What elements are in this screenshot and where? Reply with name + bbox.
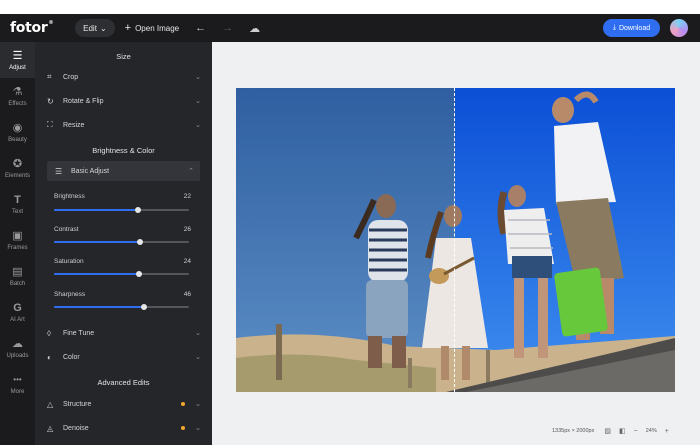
- slider-knob[interactable]: [134, 206, 141, 213]
- brightness-slider[interactable]: [54, 206, 189, 213]
- photo-illustration: [236, 88, 675, 392]
- zoom-bar: 1335px × 2000px ▨ ◧ − 24% +: [552, 424, 692, 438]
- chevron-up-icon: ⌃: [188, 168, 194, 175]
- plus-icon: +: [124, 22, 132, 34]
- sliders-icon: ☰: [55, 166, 63, 176]
- chevron-down-icon: ⌄: [195, 74, 201, 81]
- resize-icon: ⛶: [47, 120, 53, 129]
- rail-item-effects[interactable]: ⚗ Effects: [0, 78, 35, 114]
- rail-item-beauty[interactable]: ◉ Beauty: [0, 114, 35, 150]
- section-title-brightness-color: Brightness & Color: [92, 146, 155, 155]
- chevron-down-icon: ⌄: [195, 122, 201, 129]
- saturation-value: 24: [183, 258, 191, 265]
- rail-item-adjust[interactable]: ☰ Adjust: [0, 42, 35, 78]
- undo-icon[interactable]: ←: [195, 22, 206, 34]
- redo-icon[interactable]: →: [222, 22, 233, 34]
- zoom-out-button[interactable]: −: [634, 428, 638, 435]
- chevron-down-icon: ⌄: [195, 330, 201, 337]
- image-stack-icon: ▤: [12, 265, 23, 278]
- eye-icon: ◉: [12, 121, 23, 134]
- slider-fill: [54, 209, 138, 211]
- color-drop-icon: ◐: [47, 352, 52, 362]
- cloud-icon[interactable]: ☁: [249, 22, 260, 35]
- flask-icon: ⚗: [12, 85, 23, 98]
- slider-fill: [54, 241, 141, 243]
- slider-knob[interactable]: [141, 303, 148, 310]
- fine-tune-row[interactable]: ◊ Fine Tune ⌄: [47, 323, 207, 343]
- rail-item-more[interactable]: ••• More: [0, 366, 35, 402]
- rail-item-uploads[interactable]: ☁ Uploads: [0, 330, 35, 366]
- photo-preview[interactable]: [236, 88, 675, 392]
- slider-knob[interactable]: [137, 238, 144, 245]
- chevron-down-icon: ⌄: [195, 354, 201, 361]
- brightness-label: Brightness: [54, 193, 85, 200]
- compare-icon[interactable]: ◧: [619, 427, 626, 435]
- rotate-icon: ↻: [47, 96, 54, 106]
- open-image-button[interactable]: + Open Image: [125, 22, 179, 34]
- contrast-slider[interactable]: [54, 238, 189, 245]
- download-button[interactable]: ⤓ Download: [603, 19, 660, 37]
- resize-row[interactable]: ⛶ Resize ⌄: [47, 115, 207, 135]
- adjust-panel: Size ⌗ Crop ⌄ ↻ Rotate & Flip ⌄ ⛶ Resize…: [35, 42, 243, 445]
- sharpness-slider[interactable]: [54, 303, 189, 310]
- section-title-size: Size: [116, 52, 131, 61]
- cloud-upload-icon: ☁: [12, 337, 23, 350]
- contrast-label: Contrast: [54, 226, 79, 233]
- chevron-down-icon: ⌄: [99, 23, 107, 33]
- zoom-in-button[interactable]: +: [665, 428, 669, 435]
- crop-icon: ⌗: [47, 72, 52, 81]
- color-row[interactable]: ◐ Color ⌄: [47, 347, 207, 367]
- left-rail: ☰ Adjust ⚗ Effects ◉ Beauty ✪ Elements T…: [0, 42, 35, 445]
- slider-fill: [54, 306, 145, 308]
- top-bar: fotor® Edit ⌄ + Open Image ← → ☁ ⤓ Downl…: [0, 14, 700, 42]
- structure-row[interactable]: △ Structure ⌄: [47, 394, 207, 414]
- rail-item-batch[interactable]: ▤ Batch: [0, 258, 35, 294]
- rail-item-text[interactable]: T Text: [0, 186, 35, 222]
- drop-icon: ◊: [47, 328, 51, 338]
- download-icon: ⤓: [612, 24, 616, 31]
- text-icon: T: [14, 193, 21, 206]
- contrast-value: 26: [183, 226, 191, 233]
- brightness-value: 22: [183, 193, 191, 200]
- image-icon[interactable]: ▨: [604, 427, 611, 435]
- saturation-slider[interactable]: [54, 270, 189, 277]
- slider-knob[interactable]: [136, 270, 143, 277]
- fotor-logo[interactable]: fotor®: [10, 20, 53, 36]
- chevron-down-icon: ⌄: [195, 425, 201, 432]
- rotate-flip-row[interactable]: ↻ Rotate & Flip ⌄: [47, 91, 207, 111]
- edit-menu-button[interactable]: Edit ⌄: [75, 19, 115, 37]
- image-size-label: 1335px × 2000px: [552, 428, 595, 434]
- rail-item-ai-art[interactable]: G AI Art: [0, 294, 35, 330]
- avatar[interactable]: [670, 19, 688, 37]
- slider-fill: [54, 273, 140, 275]
- sharpness-label: Sharpness: [54, 291, 86, 298]
- zoom-level: 24%: [645, 428, 657, 434]
- chevron-down-icon: ⌄: [195, 401, 201, 408]
- crop-row[interactable]: ⌗ Crop ⌄: [47, 67, 207, 87]
- basic-adjust-row[interactable]: ☰ Basic Adjust ⌃: [47, 161, 200, 181]
- denoise-icon: ◬: [47, 423, 54, 433]
- sharpness-value: 46: [183, 291, 191, 298]
- frame-icon: ▣: [12, 229, 23, 242]
- saturation-label: Saturation: [54, 258, 84, 265]
- more-icon: •••: [13, 374, 22, 384]
- chevron-down-icon: ⌄: [195, 98, 201, 105]
- ai-art-icon: G: [13, 301, 22, 314]
- compare-split-line[interactable]: [454, 88, 455, 392]
- triangle-icon: △: [47, 399, 54, 409]
- star-icon: ✪: [12, 157, 23, 170]
- premium-dot: [181, 402, 185, 406]
- section-title-advanced-edits: Advanced Edits: [97, 378, 150, 387]
- rail-item-elements[interactable]: ✪ Elements: [0, 150, 35, 186]
- sliders-icon: ☰: [12, 49, 23, 62]
- rail-item-frames[interactable]: ▣ Frames: [0, 222, 35, 258]
- premium-dot: [181, 426, 185, 430]
- denoise-row[interactable]: ◬ Denoise ⌄: [47, 418, 207, 438]
